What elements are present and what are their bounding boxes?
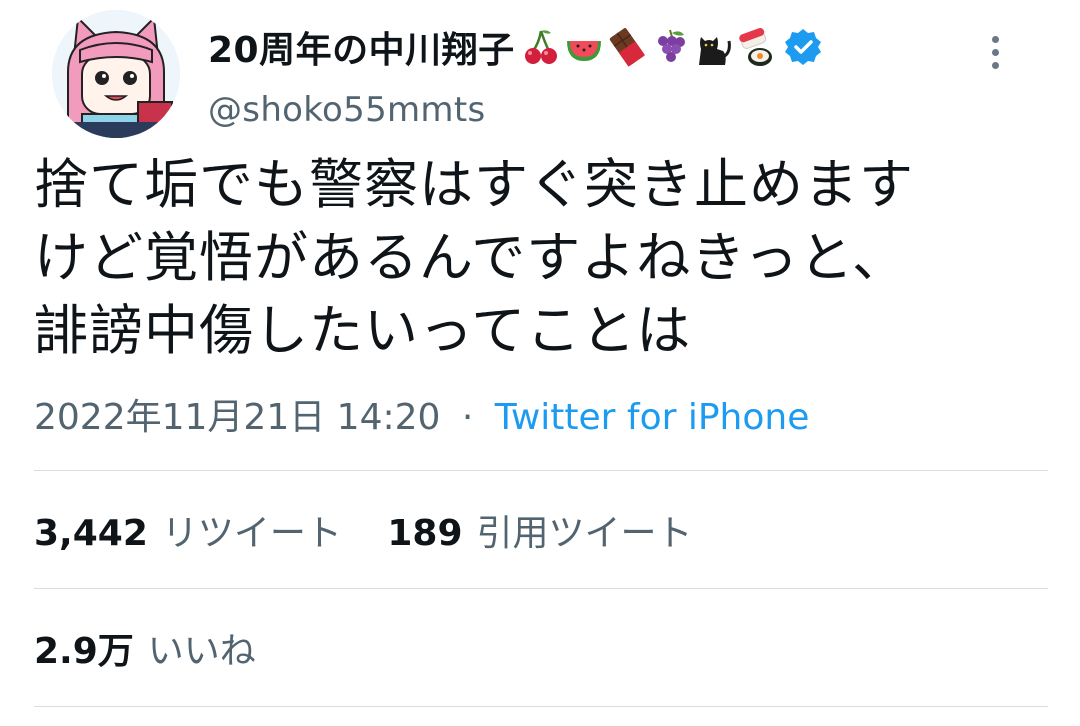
tweet-text-line: けど覚悟があるんですよねきっと、 [34, 226, 907, 289]
user-names: 20周年の中川翔子 @shoko55mmts [208, 22, 823, 130]
more-options-icon[interactable] [988, 36, 1002, 76]
quote-tweets-label: 引用ツイート [476, 513, 693, 554]
avatar-illustration [52, 10, 180, 138]
quote-tweets-stat[interactable]: 189 引用ツイート [387, 504, 692, 556]
likes-count: 2.9万 [34, 631, 134, 672]
tweet-text: 捨て垢でも警察はすぐ突き止めます けど覚悟があるんですよねきっと、 誹謗中傷した… [34, 148, 1044, 367]
chocolate-bar-icon [609, 28, 645, 67]
name-emoji-row [521, 27, 779, 67]
retweets-label: リツイート [161, 513, 342, 554]
likes-stats-row: 2.9万 いいね [34, 622, 256, 674]
retweets-count: 3,442 [34, 513, 148, 554]
tweet-text-line: 捨て垢でも警察はすぐ突き止めます [34, 153, 914, 216]
black-cat-icon [698, 37, 731, 65]
likes-stat[interactable]: 2.9万 いいね [34, 622, 256, 674]
more-dot [991, 36, 999, 43]
user-handle[interactable]: @shoko55mmts [208, 90, 823, 130]
sushi-icon [738, 28, 772, 66]
verified-badge-icon [784, 29, 821, 65]
retweets-stat[interactable]: 3,442 リツイート [34, 504, 342, 556]
meta-separator: · [461, 397, 474, 438]
divider [34, 706, 1048, 707]
engagement-stats-row: 3,442 リツイート 189 引用ツイート [34, 504, 693, 556]
more-dot [991, 62, 999, 69]
likes-label: いいね [147, 631, 256, 672]
tweet-meta: 2022年11月21日 14:20 · Twitter for iPhone [34, 388, 809, 440]
watermelon-icon [566, 41, 601, 61]
tweet-source-link[interactable]: Twitter for iPhone [495, 397, 810, 438]
grapes-icon [657, 29, 685, 62]
display-name-row: 20周年の中川翔子 [208, 22, 823, 72]
divider [34, 588, 1048, 589]
tweet-card: 20周年の中川翔子 @shoko55mmts 捨て垢でも警察はすぐ突き止めます … [0, 0, 1080, 726]
tweet-timestamp[interactable]: 2022年11月21日 14:20 [34, 397, 440, 438]
tweet-header: 20周年の中川翔子 @shoko55mmts [52, 10, 1052, 140]
more-dot [991, 49, 999, 56]
display-name[interactable]: 20周年の中川翔子 [208, 21, 515, 73]
avatar[interactable] [52, 10, 180, 138]
tweet-text-line: 誹謗中傷したいってことは [34, 299, 692, 362]
divider [34, 470, 1048, 471]
quote-tweets-count: 189 [387, 513, 463, 554]
cherries-icon [524, 30, 557, 64]
